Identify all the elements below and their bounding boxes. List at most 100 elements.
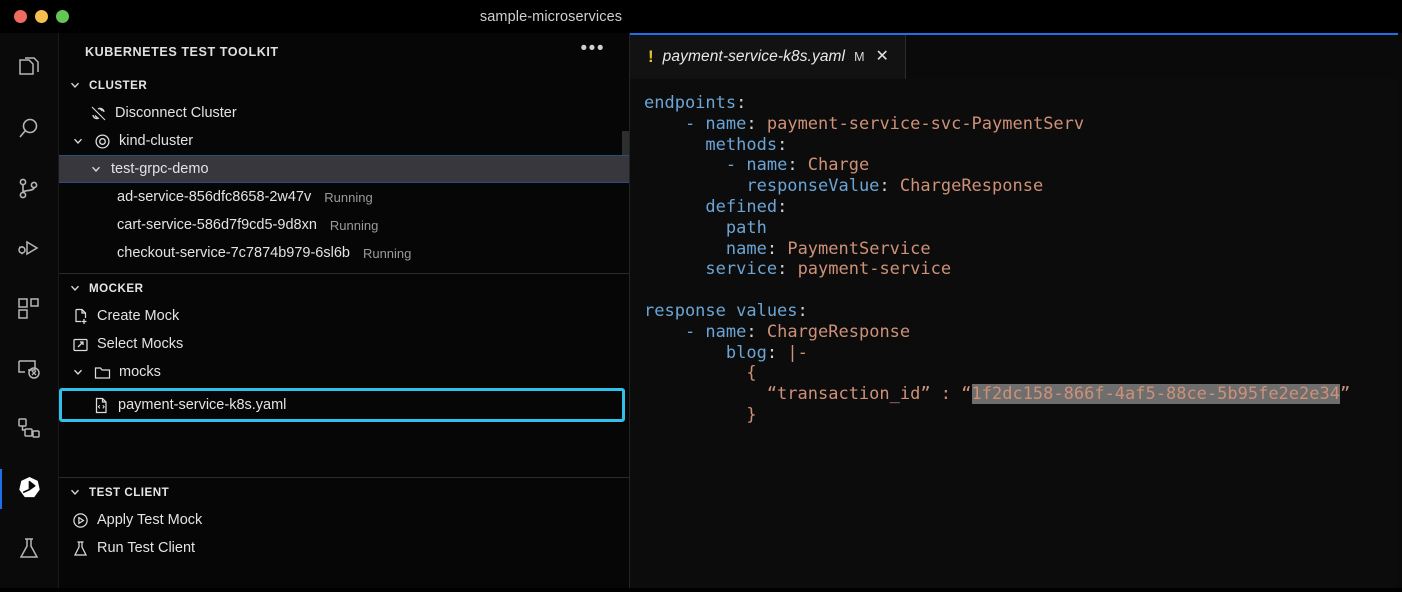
cluster-target-icon — [93, 132, 111, 150]
selected-text-span: 1f2dc158-866f-4af5-88ce-5b95fe2e2e34 — [972, 384, 1340, 404]
warning-icon: ! — [648, 47, 654, 67]
code-token: endpoints — [644, 93, 736, 113]
chevron-down-icon — [71, 134, 85, 148]
sidebar-item-label: Create Mock — [97, 308, 179, 324]
chevron-down-icon — [68, 281, 82, 295]
sidebar-item-label: Disconnect Cluster — [115, 105, 237, 121]
sidebar-item-pod-ad-service[interactable]: ad-service-856dfc8658-2w47v Running — [59, 183, 629, 211]
code-token: ChargeResponse — [767, 322, 910, 342]
sidebar-item-run-test-client[interactable]: Run Test Client — [59, 534, 629, 562]
code-token: : — [777, 197, 787, 217]
sidebar-more-actions-button[interactable]: ••• — [581, 45, 605, 60]
code-token: payment-service-svc-PaymentServ — [767, 114, 1084, 134]
close-icon[interactable]: ✕ — [874, 49, 889, 65]
run-and-debug-icon[interactable] — [0, 219, 59, 279]
sidebar-item-select-mocks[interactable]: Select Mocks — [59, 330, 629, 358]
tab-filename: payment-service-k8s.yaml — [663, 48, 845, 66]
code-token: name — [726, 239, 767, 259]
chevron-down-icon — [68, 485, 82, 499]
sidebar-item-test-grpc-demo[interactable]: test-grpc-demo — [59, 155, 629, 183]
code-token: : — [777, 135, 787, 155]
code-token: service — [705, 259, 777, 279]
sidebar-item-label: mocks — [119, 364, 161, 380]
explorer-icon[interactable] — [0, 39, 59, 99]
sidebar-item-label: kind-cluster — [119, 133, 193, 149]
sidebar-panel: KUBERNETES TEST TOOLKIT ••• CLUSTER — [59, 33, 630, 592]
sidebar-item-disconnect-cluster[interactable]: Disconnect Cluster — [59, 99, 629, 127]
code-line: methods: — [630, 135, 1402, 156]
play-circle-icon — [71, 511, 89, 529]
sidebar-item-create-mock[interactable]: Create Mock — [59, 302, 629, 330]
tab-bar-empty-space — [906, 35, 1402, 79]
extensions-icon[interactable] — [0, 279, 59, 339]
code-line — [630, 280, 1402, 301]
section-header-mocker[interactable]: MOCKER — [59, 274, 629, 302]
maximize-window-button[interactable] — [56, 10, 69, 23]
code-token — [644, 239, 726, 259]
chevron-down-icon — [89, 162, 103, 176]
code-token: methods — [705, 135, 777, 155]
status-badge: Running — [330, 218, 378, 233]
open-folder-icon — [71, 335, 89, 353]
title-bar: sample-microservices — [0, 0, 1402, 33]
code-token — [644, 197, 705, 217]
section-header-test-client[interactable]: TEST CLIENT — [59, 478, 629, 506]
search-icon[interactable] — [0, 99, 59, 159]
remote-explorer-icon[interactable] — [0, 339, 59, 399]
code-line: - name: Charge — [630, 155, 1402, 176]
code-token: : — [777, 259, 797, 279]
traffic-light-controls — [0, 10, 69, 23]
code-token: - — [644, 155, 746, 175]
code-token — [644, 218, 726, 238]
yaml-file-icon — [92, 396, 110, 414]
close-window-button[interactable] — [14, 10, 27, 23]
flask-icon — [71, 539, 89, 557]
section-label-test-client: TEST CLIENT — [89, 486, 169, 499]
sidebar-item-pod-checkout-service[interactable]: checkout-service-7c7874b979-6sl6b Runnin… — [59, 239, 629, 267]
sidebar-item-mocks-folder[interactable]: mocks — [59, 358, 629, 386]
sidebar-item-label: test-grpc-demo — [111, 161, 209, 177]
dependency-graph-icon[interactable] — [0, 399, 59, 459]
sidebar-item-apply-test-mock[interactable]: Apply Test Mock — [59, 506, 629, 534]
code-token: blog — [726, 343, 767, 363]
source-control-icon[interactable] — [0, 159, 59, 219]
code-token: : — [746, 114, 766, 134]
sidebar-item-label: payment-service-k8s.yaml — [118, 397, 286, 413]
sidebar-item-payment-service-k8s-yaml[interactable]: payment-service-k8s.yaml — [62, 391, 622, 419]
code-token — [644, 259, 705, 279]
code-token: “transaction_id” : “ — [644, 384, 972, 404]
code-token: PaymentService — [787, 239, 930, 259]
selected-mock-file-highlight: payment-service-k8s.yaml — [59, 388, 625, 422]
sidebar-item-label: Apply Test Mock — [97, 512, 202, 528]
code-line: response values: — [630, 301, 1402, 322]
code-line: path — [630, 218, 1402, 239]
code-token: payment-service — [798, 259, 952, 279]
code-line: - name: payment-service-svc-PaymentServ — [630, 114, 1402, 135]
code-token — [644, 135, 705, 155]
code-line: - name: ChargeResponse — [630, 322, 1402, 343]
folder-icon — [93, 363, 111, 381]
section-header-cluster[interactable]: CLUSTER — [59, 71, 629, 99]
editor-tab-bar: ! payment-service-k8s.yaml M ✕ — [630, 35, 1402, 79]
code-line: name: PaymentService — [630, 239, 1402, 260]
sidebar-item-label: Select Mocks — [97, 336, 183, 352]
testing-flask-icon[interactable] — [0, 519, 59, 579]
kubernetes-icon[interactable] — [0, 459, 59, 519]
minimize-window-button[interactable] — [35, 10, 48, 23]
sidebar-item-pod-cart-service[interactable]: cart-service-586d7f9cd5-9d8xn Running — [59, 211, 629, 239]
code-token: path — [726, 218, 767, 238]
code-token: Charge — [808, 155, 869, 175]
code-token: : — [787, 155, 807, 175]
code-editor-content[interactable]: endpoints: - name: payment-service-svc-P… — [630, 79, 1402, 592]
code-token: - — [644, 114, 705, 134]
tab-payment-service-k8s-yaml[interactable]: ! payment-service-k8s.yaml M ✕ — [630, 35, 906, 79]
status-badge: Running — [324, 190, 372, 205]
window-title: sample-microservices — [0, 9, 1402, 25]
pod-name-label: cart-service-586d7f9cd5-9d8xn — [117, 217, 317, 233]
code-token: - — [644, 322, 705, 342]
section-label-cluster: CLUSTER — [89, 79, 147, 92]
sidebar-item-kind-cluster[interactable]: kind-cluster — [59, 127, 629, 155]
code-line: responseValue: ChargeResponse — [630, 176, 1402, 197]
sidebar-title: KUBERNETES TEST TOOLKIT — [85, 45, 279, 59]
code-token: response values — [644, 301, 798, 321]
